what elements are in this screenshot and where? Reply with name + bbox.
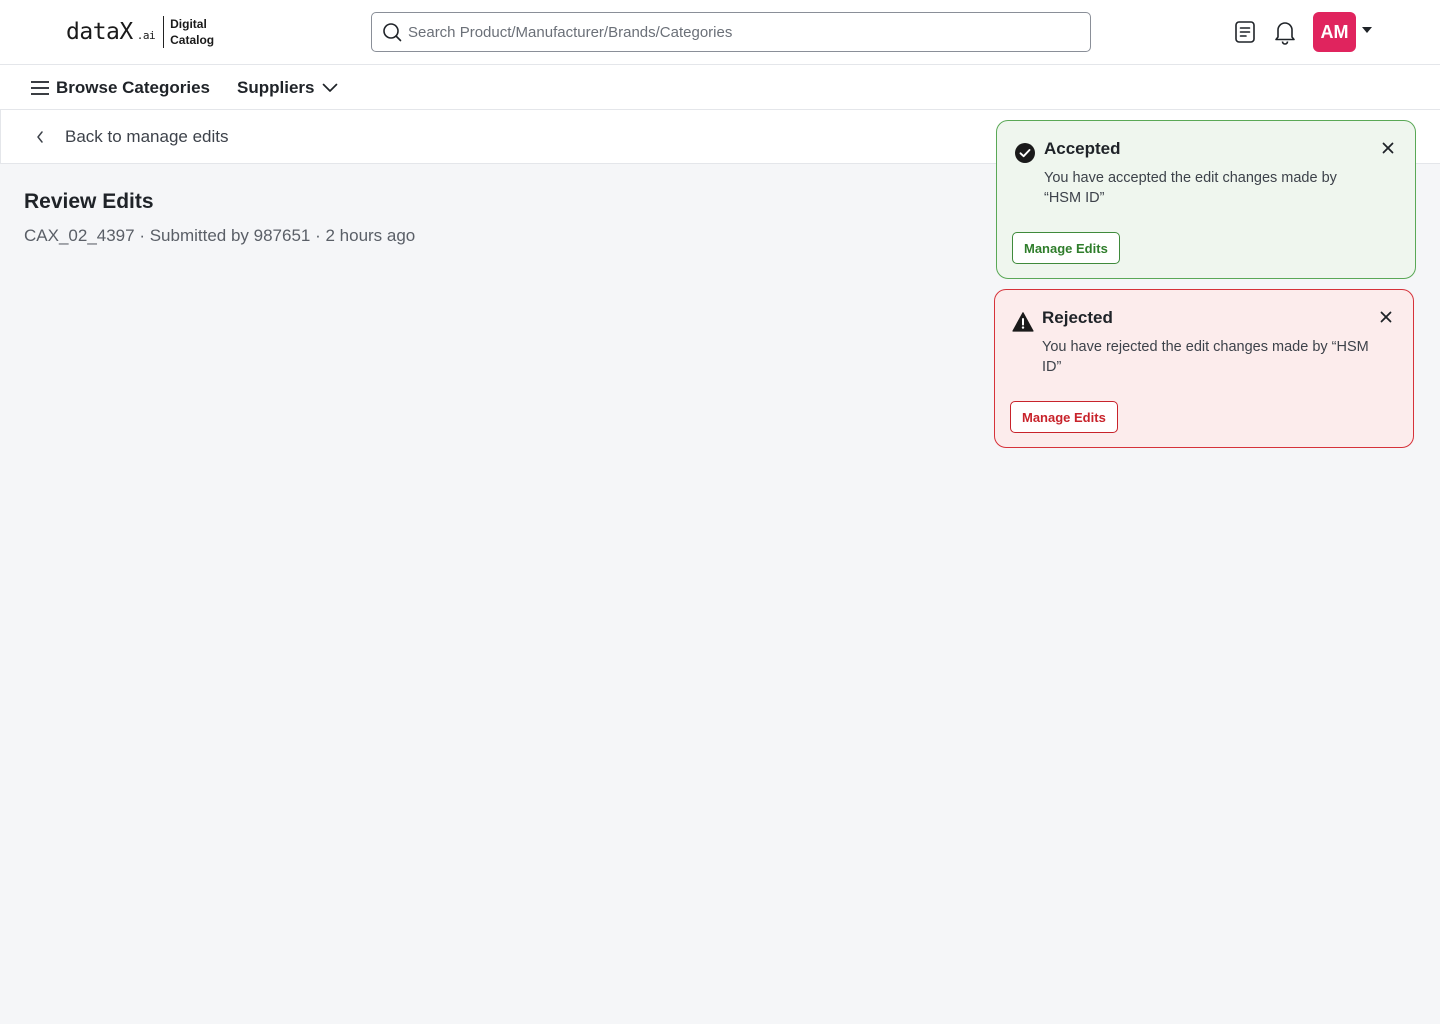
accepted-toast: Accepted You have accepted the edit chan… <box>996 120 1416 279</box>
search-input[interactable] <box>408 23 1068 41</box>
accepted-toast-message: You have accepted the edit changes made … <box>1044 170 1337 206</box>
logo-suffix: .ai <box>136 28 156 42</box>
browse-categories-menu[interactable]: Browse Categories <box>31 65 210 110</box>
chevron-left-icon <box>37 131 43 143</box>
close-icon <box>1382 142 1394 154</box>
document-button[interactable] <box>1232 18 1258 46</box>
notifications-button[interactable] <box>1272 18 1298 46</box>
document-icon <box>1235 21 1255 43</box>
review-meta: CAX_02_4397 · Submitted by 987651 · 2 ho… <box>24 226 416 245</box>
rejected-toast-close-button[interactable] <box>1377 308 1395 326</box>
logo-tagline: Digital Catalog <box>170 16 214 48</box>
caret-down-icon[interactable] <box>1362 27 1372 33</box>
top-header: dataX .ai Digital Catalog AM <box>0 0 1440 65</box>
browse-categories-label: Browse Categories <box>56 77 210 97</box>
accepted-toast-title: Accepted <box>1044 139 1121 158</box>
logo-tagline-line1: Digital <box>170 17 207 31</box>
close-icon <box>1380 311 1392 323</box>
rejected-manage-edits-button[interactable]: Manage Edits <box>1010 401 1118 433</box>
datax-logo[interactable]: dataX .ai Digital Catalog <box>66 14 214 50</box>
search-box[interactable] <box>371 12 1091 52</box>
bell-icon <box>1275 22 1295 45</box>
search-icon <box>383 23 402 42</box>
logo-wordmark-text: dataX <box>66 18 133 45</box>
logo-tagline-line2: Catalog <box>170 33 215 47</box>
page-title: Review Edits <box>24 190 154 213</box>
secondary-nav: Browse Categories Suppliers <box>0 65 1440 110</box>
rejected-toast-message: You have rejected the edit changes made … <box>1042 339 1369 375</box>
check-circle-icon <box>1015 143 1035 163</box>
user-avatar[interactable]: AM <box>1313 12 1356 52</box>
suppliers-label: Suppliers <box>237 77 315 97</box>
rejected-toast-title: Rejected <box>1042 308 1113 327</box>
back-to-manage-edits-link[interactable]: Back to manage edits <box>35 110 228 164</box>
accepted-manage-edits-button[interactable]: Manage Edits <box>1012 232 1120 264</box>
accepted-toast-close-button[interactable] <box>1379 139 1397 157</box>
warning-triangle-icon <box>1012 312 1034 332</box>
logo-wordmark: dataX .ai <box>66 18 156 45</box>
chevron-down-icon <box>323 83 338 92</box>
logo-divider <box>163 16 165 48</box>
rejected-toast: Rejected You have rejected the edit chan… <box>994 289 1414 448</box>
suppliers-menu[interactable]: Suppliers <box>237 65 338 110</box>
back-link-label: Back to manage edits <box>65 127 229 146</box>
hamburger-icon <box>31 80 49 95</box>
